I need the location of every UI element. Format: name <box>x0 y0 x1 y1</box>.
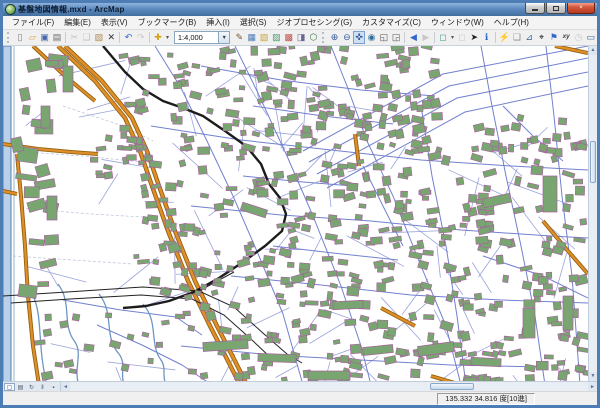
toolbar: ▯▱▣▤✂❑▧✕↶↷✚▾1:4,000▼✎▦▧▨▩◨⬡⊕⊖✜◉◱◲◀▶◻▾◻➤ℹ… <box>3 30 597 46</box>
vertical-scrollbar[interactable]: ▲ ▼ <box>588 46 597 381</box>
select-elements-button[interactable]: ➤ <box>468 31 480 44</box>
map-canvas[interactable] <box>3 46 588 385</box>
statusbar: 135.332 34.816 度[10進] <box>3 391 597 405</box>
undo-button[interactable]: ↶ <box>122 31 134 44</box>
window-controls: × <box>524 3 595 14</box>
delete-button[interactable]: ✕ <box>105 31 117 44</box>
open-folder-button[interactable]: ▱ <box>26 31 38 44</box>
identify-button[interactable]: ℹ <box>480 31 492 44</box>
toolbar-separator <box>495 32 496 43</box>
scroll-right-arrow-icon[interactable]: ► <box>588 382 597 391</box>
new-document-button[interactable]: ▯ <box>14 31 26 44</box>
statusbar-right-pad <box>535 392 597 405</box>
cut-button: ✂ <box>68 31 80 44</box>
clear-selection-button: ◻ <box>456 31 468 44</box>
menu-selection[interactable]: 選択(S) <box>235 17 272 28</box>
hyperlink-button[interactable]: ⚡ <box>498 31 511 44</box>
map-row: ▲ ▼ <box>3 46 597 381</box>
copy-button: ❑ <box>80 31 92 44</box>
menu-help[interactable]: ヘルプ(H) <box>489 17 534 28</box>
select-features-button[interactable]: ◻ <box>437 31 449 44</box>
map-scale-value: 1:4,000 <box>175 33 218 42</box>
layout-view-button[interactable]: ▤ <box>15 383 26 391</box>
menu-window[interactable]: ウィンドウ(W) <box>426 17 489 28</box>
toolbar-separator <box>119 32 120 43</box>
arcmap-window: 基盤地図情報.mxd - ArcMap × ファイル(F)編集(E)表示(V)ブ… <box>0 0 600 408</box>
zoom-in-button[interactable]: ⊕ <box>328 31 340 44</box>
editor-toolbar-button[interactable]: ✎ <box>233 31 245 44</box>
toolbar-separator <box>404 32 405 43</box>
titlebar[interactable]: 基盤地図情報.mxd - ArcMap × <box>3 3 597 16</box>
print-button[interactable]: ▤ <box>51 31 63 44</box>
measure-button[interactable]: ⊿ <box>523 31 535 44</box>
scroll-left-arrow-icon[interactable]: ◄ <box>61 382 70 391</box>
menu-edit[interactable]: 編集(E) <box>59 17 96 28</box>
map-scale-dropdown-icon[interactable]: ▼ <box>218 32 229 43</box>
search-window-button[interactable]: ▨ <box>270 31 282 44</box>
menu-geoprocessing[interactable]: ジオプロセシング(G) <box>271 17 357 28</box>
menu-insert[interactable]: 挿入(I) <box>201 17 235 28</box>
pan-button[interactable]: ✜ <box>353 31 365 44</box>
time-slider-button: ◷ <box>572 31 584 44</box>
table-of-contents-button[interactable]: ▦ <box>246 31 258 44</box>
horizontal-scrollbar[interactable]: ◄ ► <box>61 382 597 391</box>
map-scale-combobox[interactable]: 1:4,000▼ <box>174 31 230 44</box>
pause-labeling-button[interactable]: ▪ <box>48 383 59 391</box>
redo-button: ↷ <box>135 31 147 44</box>
toolbar-separator <box>434 32 435 43</box>
toolbar-separator <box>65 32 66 43</box>
menu-file[interactable]: ファイル(F) <box>7 17 59 28</box>
minimize-icon <box>532 9 538 11</box>
python-window-button[interactable]: ◨ <box>295 31 307 44</box>
select-features-dropdown-icon[interactable]: ▾ <box>449 34 456 41</box>
menu-bookmarks[interactable]: ブックマーク(B) <box>133 17 202 28</box>
scroll-up-arrow-icon[interactable]: ▲ <box>589 46 597 55</box>
find-button[interactable]: ⌖ <box>535 31 547 44</box>
toolbar-grip <box>322 32 327 43</box>
go-back-button[interactable]: ◀ <box>407 31 419 44</box>
horizontal-scroll-row: ▢▤↻‖▪ ◄ ► <box>3 381 597 391</box>
add-data-dropdown-icon[interactable]: ▾ <box>164 34 171 41</box>
view-toggle-buttons: ▢▤↻‖▪ <box>3 382 61 391</box>
arctoolbox-window-button[interactable]: ▩ <box>283 31 295 44</box>
full-extent-button[interactable]: ◉ <box>365 31 377 44</box>
refresh-view-button[interactable]: ↻ <box>26 383 37 391</box>
go-to-xy-button[interactable]: xy <box>560 31 572 44</box>
save-button[interactable]: ▣ <box>38 31 50 44</box>
add-data-button[interactable]: ✚ <box>152 31 164 44</box>
paste-button[interactable]: ▧ <box>93 31 105 44</box>
maximize-button[interactable] <box>546 3 566 14</box>
scroll-down-arrow-icon[interactable]: ▼ <box>589 372 597 381</box>
fixed-zoom-out-button[interactable]: ◲ <box>390 31 402 44</box>
go-forward-button: ▶ <box>420 31 432 44</box>
data-view-button[interactable]: ▢ <box>4 383 15 391</box>
pause-drawing-button[interactable]: ‖ <box>37 383 48 391</box>
minimize-button[interactable] <box>525 3 545 14</box>
toolbar-separator <box>149 32 150 43</box>
menubar: ファイル(F)編集(E)表示(V)ブックマーク(B)挿入(I)選択(S)ジオプロ… <box>3 16 597 30</box>
fixed-zoom-in-button[interactable]: ◱ <box>378 31 390 44</box>
viewer-window-button[interactable]: ▭ <box>585 31 597 44</box>
maximize-icon <box>553 6 559 11</box>
menu-view[interactable]: 表示(V) <box>96 17 133 28</box>
vertical-scroll-thumb[interactable] <box>590 141 596 183</box>
modelbuilder-window-button[interactable]: ⬡ <box>307 31 319 44</box>
find-route-button[interactable]: ⚑ <box>548 31 560 44</box>
horizontal-scroll-thumb[interactable] <box>430 383 474 390</box>
html-popup-button[interactable]: ❏ <box>511 31 523 44</box>
menu-customize[interactable]: カスタマイズ(C) <box>357 17 426 28</box>
toolbar-grip <box>7 32 12 43</box>
zoom-out-button[interactable]: ⊖ <box>341 31 353 44</box>
arcmap-app-icon <box>6 5 15 14</box>
catalog-window-button[interactable]: ▧ <box>258 31 270 44</box>
window-title: 基盤地図情報.mxd - ArcMap <box>18 4 125 15</box>
coordinate-readout: 135.332 34.816 度[10進] <box>437 393 535 405</box>
close-button[interactable]: × <box>567 3 595 14</box>
